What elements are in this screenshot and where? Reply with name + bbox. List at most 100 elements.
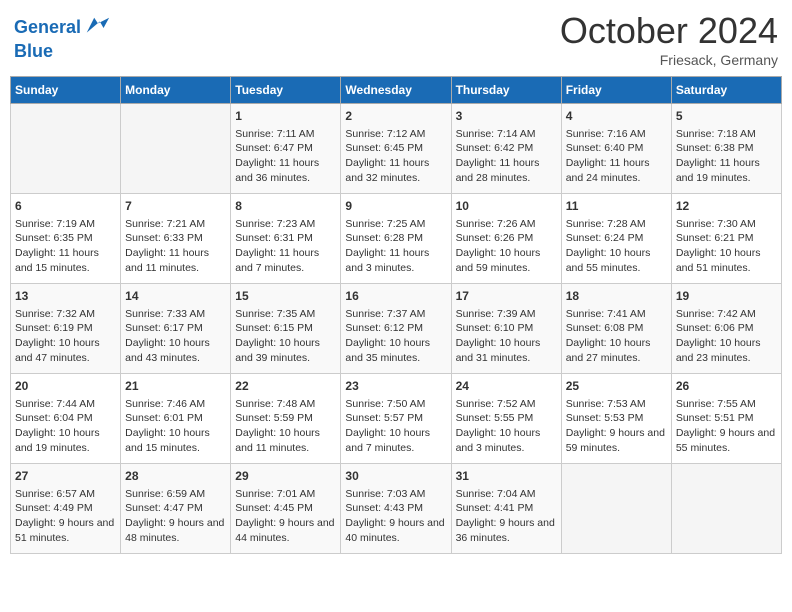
- day-number: 25: [566, 378, 667, 395]
- day-cell: 14Sunrise: 7:33 AMSunset: 6:17 PMDayligh…: [121, 284, 231, 374]
- day-cell: 27 Sunrise: 6:57 AMSunset: 4:49 PMDayligh…: [11, 464, 121, 554]
- calendar-table: SundayMondayTuesdayWednesdayThursdayFrid…: [10, 76, 782, 554]
- calendar-body: 1Sunrise: 7:11 AMSunset: 6:47 PMDaylight…: [11, 104, 782, 554]
- day-info: Sunrise: 7:19 AMSunset: 6:35 PMDaylight:…: [15, 217, 116, 276]
- day-info: Sunrise: 7:33 AMSunset: 6:17 PMDaylight:…: [125, 307, 226, 366]
- day-cell: 16Sunrise: 7:37 AMSunset: 6:12 PMDayligh…: [341, 284, 451, 374]
- day-number: 7: [125, 198, 226, 215]
- day-number: 22: [235, 378, 336, 395]
- day-cell: 12 Sunrise: 7:30 AMSunset: 6:21 PMDayligh…: [671, 194, 781, 284]
- day-cell: 17Sunrise: 7:39 AMSunset: 6:10 PMDayligh…: [451, 284, 561, 374]
- day-info: Sunrise: 7:12 AMSunset: 6:45 PMDaylight:…: [345, 127, 446, 186]
- day-cell: 15 Sunrise: 7:35 AMSunset: 6:15 PMDayligh…: [231, 284, 341, 374]
- day-number: 4: [566, 108, 667, 125]
- day-number: 28: [125, 468, 226, 485]
- day-number: 16: [345, 288, 446, 305]
- day-cell: 31 Sunrise: 7:04 AMSunset: 4:41 PMDayligh…: [451, 464, 561, 554]
- day-cell: 13 Sunrise: 7:32 AMSunset: 6:19 PMDayligh…: [11, 284, 121, 374]
- day-info: Sunrise: 7:55 AMSunset: 5:51 PMDaylight:…: [676, 397, 777, 456]
- day-number: 18: [566, 288, 667, 305]
- day-cell: 3Sunrise: 7:14 AMSunset: 6:42 PMDaylight…: [451, 104, 561, 194]
- week-row-1: 1Sunrise: 7:11 AMSunset: 6:47 PMDaylight…: [11, 104, 782, 194]
- day-number: 24: [456, 378, 557, 395]
- day-info: Sunrise: 7:53 AMSunset: 5:53 PMDaylight:…: [566, 397, 667, 456]
- day-cell: 2 Sunrise: 7:12 AMSunset: 6:45 PMDaylight…: [341, 104, 451, 194]
- day-info: Sunrise: 7:35 AMSunset: 6:15 PMDaylight:…: [235, 307, 336, 366]
- day-cell: 11 Sunrise: 7:28 AMSunset: 6:24 PMDayligh…: [561, 194, 671, 284]
- day-number: 15: [235, 288, 336, 305]
- day-number: 21: [125, 378, 226, 395]
- day-info: Sunrise: 7:03 AMSunset: 4:43 PMDaylight:…: [345, 487, 446, 546]
- day-info: Sunrise: 7:14 AMSunset: 6:42 PMDaylight:…: [456, 127, 557, 186]
- day-info: Sunrise: 7:44 AMSunset: 6:04 PMDaylight:…: [15, 397, 116, 456]
- day-cell: 5 Sunrise: 7:18 AMSunset: 6:38 PMDaylight…: [671, 104, 781, 194]
- day-cell: [561, 464, 671, 554]
- day-cell: 8 Sunrise: 7:23 AMSunset: 6:31 PMDaylight…: [231, 194, 341, 284]
- day-number: 12: [676, 198, 777, 215]
- header-wednesday: Wednesday: [341, 77, 451, 104]
- header-saturday: Saturday: [671, 77, 781, 104]
- day-number: 10: [456, 198, 557, 215]
- day-number: 20: [15, 378, 116, 395]
- logo: General Blue: [14, 14, 111, 62]
- day-number: 27: [15, 468, 116, 485]
- day-cell: 22 Sunrise: 7:48 AMSunset: 5:59 PMDayligh…: [231, 374, 341, 464]
- day-info: Sunrise: 7:04 AMSunset: 4:41 PMDaylight:…: [456, 487, 557, 546]
- day-info: Sunrise: 7:16 AMSunset: 6:40 PMDaylight:…: [566, 127, 667, 186]
- day-number: 8: [235, 198, 336, 215]
- day-cell: 21 Sunrise: 7:46 AMSunset: 6:01 PMDayligh…: [121, 374, 231, 464]
- day-number: 23: [345, 378, 446, 395]
- day-cell: 26 Sunrise: 7:55 AMSunset: 5:51 PMDayligh…: [671, 374, 781, 464]
- day-number: 9: [345, 198, 446, 215]
- header-tuesday: Tuesday: [231, 77, 341, 104]
- day-cell: 23Sunrise: 7:50 AMSunset: 5:57 PMDayligh…: [341, 374, 451, 464]
- day-info: Sunrise: 7:41 AMSunset: 6:08 PMDaylight:…: [566, 307, 667, 366]
- week-row-4: 20 Sunrise: 7:44 AMSunset: 6:04 PMDayligh…: [11, 374, 782, 464]
- day-cell: 28Sunrise: 6:59 AMSunset: 4:47 PMDayligh…: [121, 464, 231, 554]
- title-block: October 2024 Friesack, Germany: [560, 10, 778, 68]
- day-cell: 29 Sunrise: 7:01 AMSunset: 4:45 PMDayligh…: [231, 464, 341, 554]
- day-cell: 24Sunrise: 7:52 AMSunset: 5:55 PMDayligh…: [451, 374, 561, 464]
- week-row-5: 27 Sunrise: 6:57 AMSunset: 4:49 PMDayligh…: [11, 464, 782, 554]
- day-info: Sunrise: 7:48 AMSunset: 5:59 PMDaylight:…: [235, 397, 336, 456]
- day-cell: 30Sunrise: 7:03 AMSunset: 4:43 PMDayligh…: [341, 464, 451, 554]
- day-cell: 10Sunrise: 7:26 AMSunset: 6:26 PMDayligh…: [451, 194, 561, 284]
- day-cell: 18 Sunrise: 7:41 AMSunset: 6:08 PMDayligh…: [561, 284, 671, 374]
- day-info: Sunrise: 7:42 AMSunset: 6:06 PMDaylight:…: [676, 307, 777, 366]
- day-cell: 19Sunrise: 7:42 AMSunset: 6:06 PMDayligh…: [671, 284, 781, 374]
- day-number: 17: [456, 288, 557, 305]
- day-info: Sunrise: 7:23 AMSunset: 6:31 PMDaylight:…: [235, 217, 336, 276]
- day-number: 29: [235, 468, 336, 485]
- week-row-3: 13 Sunrise: 7:32 AMSunset: 6:19 PMDayligh…: [11, 284, 782, 374]
- logo-text2: Blue: [14, 42, 111, 62]
- day-number: 31: [456, 468, 557, 485]
- day-cell: [11, 104, 121, 194]
- day-cell: 25 Sunrise: 7:53 AMSunset: 5:53 PMDayligh…: [561, 374, 671, 464]
- day-info: Sunrise: 7:30 AMSunset: 6:21 PMDaylight:…: [676, 217, 777, 276]
- month-title: October 2024: [560, 10, 778, 52]
- day-info: Sunrise: 7:25 AMSunset: 6:28 PMDaylight:…: [345, 217, 446, 276]
- header-thursday: Thursday: [451, 77, 561, 104]
- day-info: Sunrise: 7:46 AMSunset: 6:01 PMDaylight:…: [125, 397, 226, 456]
- day-cell: 4 Sunrise: 7:16 AMSunset: 6:40 PMDaylight…: [561, 104, 671, 194]
- day-info: Sunrise: 7:11 AMSunset: 6:47 PMDaylight:…: [235, 127, 336, 186]
- day-info: Sunrise: 6:57 AMSunset: 4:49 PMDaylight:…: [15, 487, 116, 546]
- week-row-2: 6Sunrise: 7:19 AMSunset: 6:35 PMDaylight…: [11, 194, 782, 284]
- day-number: 26: [676, 378, 777, 395]
- day-info: Sunrise: 7:28 AMSunset: 6:24 PMDaylight:…: [566, 217, 667, 276]
- day-number: 13: [15, 288, 116, 305]
- day-number: 11: [566, 198, 667, 215]
- day-info: Sunrise: 7:01 AMSunset: 4:45 PMDaylight:…: [235, 487, 336, 546]
- day-number: 5: [676, 108, 777, 125]
- day-cell: 1Sunrise: 7:11 AMSunset: 6:47 PMDaylight…: [231, 104, 341, 194]
- day-cell: [121, 104, 231, 194]
- day-info: Sunrise: 7:18 AMSunset: 6:38 PMDaylight:…: [676, 127, 777, 186]
- day-cell: 6Sunrise: 7:19 AMSunset: 6:35 PMDaylight…: [11, 194, 121, 284]
- day-info: Sunrise: 7:32 AMSunset: 6:19 PMDaylight:…: [15, 307, 116, 366]
- day-number: 2: [345, 108, 446, 125]
- header-sunday: Sunday: [11, 77, 121, 104]
- day-cell: [671, 464, 781, 554]
- page-header: General Blue October 2024 Friesack, Germ…: [10, 10, 782, 68]
- day-cell: 7 Sunrise: 7:21 AMSunset: 6:33 PMDaylight…: [121, 194, 231, 284]
- day-info: Sunrise: 7:21 AMSunset: 6:33 PMDaylight:…: [125, 217, 226, 276]
